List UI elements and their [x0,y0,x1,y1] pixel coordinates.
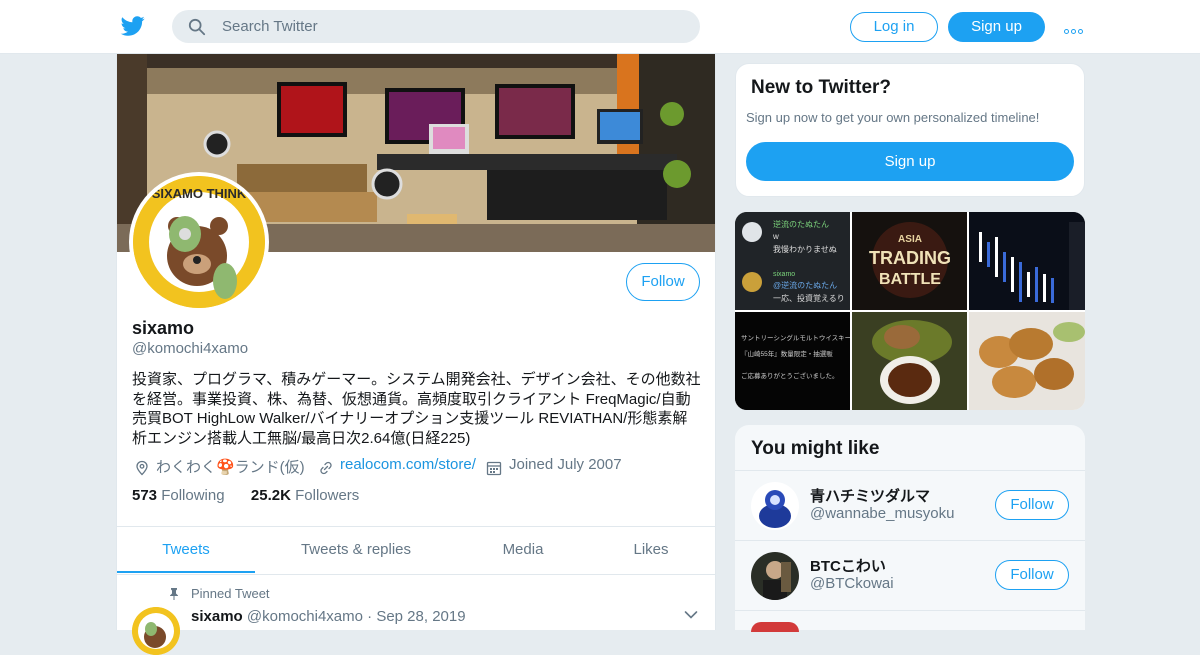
avatar-illustration: SIXAMO THINK [133,176,265,308]
media-dish-illustration [852,312,967,410]
media-chat-name-2: sixamo [773,271,795,278]
media-tile-fried-oysters[interactable] [969,312,1085,410]
you-might-like-title: You might like [751,438,880,459]
profile-column: SIXAMO THINK Follow sixamo @komochi4xamo… [116,54,716,655]
new-to-twitter-card: New to Twitter? Sign up now to get your … [735,63,1085,197]
media-trading-sub: BATTLE [879,271,941,288]
media-whisky-illustration: サントリーシングルモルトウイスキー 『山崎55年』数量限定・抽選販 ご応募ありが… [735,312,850,410]
search-box[interactable] [172,10,700,43]
signup-button[interactable]: Sign up [948,12,1045,42]
chevron-down-icon[interactable] [684,610,698,620]
sidebar-signup-button[interactable]: Sign up [746,142,1074,181]
twitter-bird-icon[interactable] [120,14,146,38]
search-input[interactable] [222,10,682,43]
following-stat[interactable]: 573 Following [132,487,225,504]
media-trading-top: ASIA [898,234,922,245]
suggested-user-row[interactable]: BTCこわい @BTCkowai Follow [735,540,1085,611]
suggested-user-name[interactable]: BTCこわい [810,555,886,576]
suggested-user-handle: @BTCkowai [810,575,894,592]
media-trading-main: TRADING [869,248,951,268]
media-whisky-line-2: 『山崎55年』数量限定・抽選販 [741,349,833,358]
media-chat-line-2: 我慢わかりませぬ [773,244,837,254]
tweet-author-name[interactable]: sixamo [191,608,243,625]
you-might-like-panel: You might like 青ハチミツダルマ @wannabe_musyoku… [735,425,1085,632]
media-whisky-line-1: サントリーシングルモルトウイスキー [741,333,850,342]
new-to-twitter-title: New to Twitter? [751,77,892,98]
media-chat-line-1: w [772,232,779,241]
more-dots-icon[interactable] [1064,21,1086,34]
link-icon [320,461,332,475]
media-chat-reply: @逆流のたぬたん [773,280,837,290]
profile-joined-date: Joined July 2007 [509,456,622,473]
profile-bio: 投資家、プログラマ、積みゲーマー。システム開発会社、デザイン会社、その他数社を経… [132,371,701,447]
pinned-tweet-label: Pinned Tweet [191,586,270,601]
suggested-avatar-1-illustration [751,482,799,530]
suggested-avatar-2-illustration [751,552,799,600]
suggested-user-row[interactable]: 青ハチミツダルマ @wannabe_musyoku Follow [735,470,1085,541]
media-tile-food-dish[interactable] [852,312,967,410]
profile-stats: 573 Following 25.2K Followers [132,487,359,504]
active-tab-indicator [117,571,255,573]
tweet-dot-separator: · [367,608,373,625]
location-icon [136,460,148,476]
following-label: Following [161,487,225,504]
tweet-author-avatar[interactable] [132,607,180,655]
media-tile-chat[interactable]: 逆流のたぬたん w 我慢わかりませぬ sixamo @逆流のたぬたん 一応、投資… [735,212,850,310]
search-icon [188,18,206,36]
media-tile-trading-battle[interactable]: ASIA TRADING BATTLE [852,212,967,310]
media-chat-line-3: 一応、投資覚えるり [773,293,845,303]
pin-icon [170,588,178,600]
media-chat-illustration: 逆流のたぬたん w 我慢わかりませぬ sixamo @逆流のたぬたん 一応、投資… [735,212,850,310]
suggested-user-row-partial[interactable] [735,610,1085,632]
tab-media[interactable]: Media [473,527,573,574]
media-grid: 逆流のたぬたん w 我慢わかりませぬ sixamo @逆流のたぬたん 一応、投資… [735,212,1085,410]
suggested-user-handle: @wannabe_musyoku [810,505,955,522]
avatar-ring-text: SIXAMO THINK [152,186,247,201]
calendar-icon [486,461,502,476]
tweet-avatar-illustration [132,607,180,655]
profile-tabs: Tweets Tweets & replies Media Likes [117,526,715,575]
profile-location: わくわく🍄ランド(仮) [156,459,305,476]
suggested-user-avatar[interactable] [751,552,799,600]
media-trading-illustration: ASIA TRADING BATTLE [852,212,967,310]
suggested-user-name[interactable]: 青ハチミツダルマ [810,485,930,506]
following-count: 573 [132,487,158,504]
profile-url-link[interactable]: realocom.com/store/ [340,456,476,473]
media-tile-candlestick-chart[interactable] [969,212,1085,310]
tab-tweets[interactable]: Tweets [117,527,255,574]
followers-label: Followers [295,487,360,504]
suggested-follow-button[interactable]: Follow [995,560,1069,590]
suggested-follow-button[interactable]: Follow [995,490,1069,520]
suggested-user-avatar[interactable] [751,622,799,632]
tweet-author-handle[interactable]: @komochi4xamo [247,608,363,625]
tweet-header: sixamo @komochi4xamo · Sep 28, 2019 [191,608,466,625]
new-to-twitter-subtitle: Sign up now to get your own personalized… [746,110,1040,125]
media-fried-illustration [969,312,1085,410]
media-tile-whisky-notice[interactable]: サントリーシングルモルトウイスキー 『山崎55年』数量限定・抽選販 ご応募ありが… [735,312,850,410]
profile-avatar[interactable]: SIXAMO THINK [129,172,269,312]
tab-tweets-replies[interactable]: Tweets & replies [277,527,435,574]
top-bar: Log in Sign up [0,0,1200,54]
tweet-timestamp[interactable]: Sep 28, 2019 [376,608,465,625]
suggested-user-avatar[interactable] [751,482,799,530]
media-candlestick-illustration [969,212,1085,310]
media-whisky-line-3: ご応募ありがとうございました。 [741,371,839,380]
login-button[interactable]: Log in [850,12,938,42]
profile-name[interactable]: sixamo [132,318,194,339]
followers-count: 25.2K [250,487,291,504]
tab-likes[interactable]: Likes [607,527,695,574]
media-chat-name-1: 逆流のたぬたん [773,219,829,229]
profile-handle[interactable]: @komochi4xamo [132,340,248,357]
followers-stat[interactable]: 25.2K Followers [251,487,359,504]
follow-button[interactable]: Follow [626,263,700,301]
